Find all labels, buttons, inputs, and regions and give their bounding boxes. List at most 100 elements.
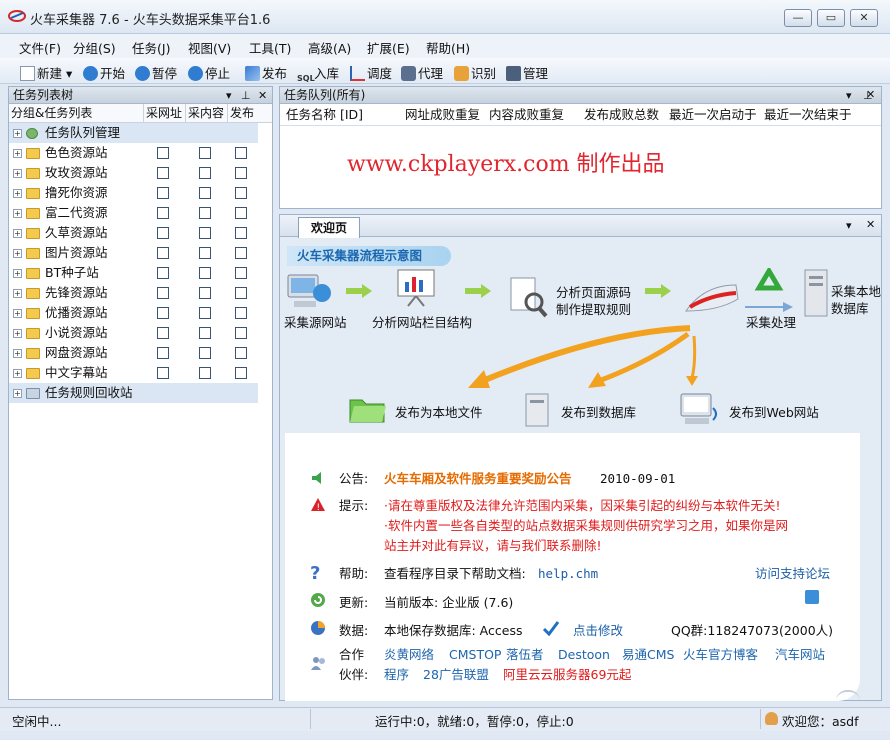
tree-item[interactable]: + 图片资源站: [9, 243, 258, 263]
pin-icon[interactable]: ⊥: [241, 87, 251, 104]
collect-url-checkbox[interactable]: [157, 327, 169, 339]
publish-button[interactable]: 发布: [245, 63, 287, 82]
publish-checkbox[interactable]: [235, 147, 247, 159]
close-tab-icon[interactable]: ✕: [866, 218, 875, 231]
expand-icon[interactable]: +: [13, 349, 22, 358]
col-last-start[interactable]: 最近一次启动于: [669, 104, 757, 126]
publish-checkbox[interactable]: [235, 247, 247, 259]
menu-group[interactable]: 分组(S): [73, 38, 116, 57]
announce-link[interactable]: 火车车厢及软件服务重要奖励公告: [384, 470, 572, 488]
tree-item[interactable]: + 网盘资源站: [9, 343, 258, 363]
collect-content-checkbox[interactable]: [199, 227, 211, 239]
collect-url-checkbox[interactable]: [157, 287, 169, 299]
partner-link[interactable]: 汽车网站: [775, 646, 825, 664]
menu-task[interactable]: 任务(J): [132, 38, 170, 57]
tab-welcome[interactable]: 欢迎页: [298, 217, 361, 238]
collect-content-checkbox[interactable]: [199, 287, 211, 299]
collect-url-checkbox[interactable]: [157, 207, 169, 219]
col-collect-content[interactable]: 采内容: [185, 104, 224, 122]
collect-content-checkbox[interactable]: [199, 187, 211, 199]
collect-url-checkbox[interactable]: [157, 267, 169, 279]
menu-extend[interactable]: 扩展(E): [367, 38, 410, 57]
collect-content-checkbox[interactable]: [199, 167, 211, 179]
publish-checkbox[interactable]: [235, 287, 247, 299]
col-publish[interactable]: 发布: [227, 104, 254, 122]
tree-item[interactable]: + 先锋资源站: [9, 283, 258, 303]
menu-file[interactable]: 文件(F): [19, 38, 61, 57]
partner-link[interactable]: 火车官方博客: [683, 646, 758, 664]
support-forum-link[interactable]: 访问支持论坛: [755, 565, 830, 583]
tree-item[interactable]: + 色色资源站: [9, 143, 258, 163]
col-group-tasks[interactable]: 分组&任务列表: [11, 104, 92, 122]
collect-url-checkbox[interactable]: [157, 247, 169, 259]
publish-checkbox[interactable]: [235, 167, 247, 179]
col-content-stats[interactable]: 内容成败重复: [489, 104, 564, 126]
expand-icon[interactable]: +: [13, 249, 22, 258]
collect-url-checkbox[interactable]: [157, 307, 169, 319]
menu-view[interactable]: 视图(V): [188, 38, 231, 57]
stop-button[interactable]: 停止: [188, 63, 230, 82]
tree-recycle-bin[interactable]: + 任务规则回收站: [9, 383, 258, 403]
help-file-link[interactable]: help.chm: [538, 565, 598, 583]
publish-checkbox[interactable]: [235, 367, 247, 379]
close-window-button[interactable]: ✕: [850, 9, 878, 27]
import-button[interactable]: SQL入库: [297, 63, 339, 86]
pane-menu-icon[interactable]: ▾: [846, 87, 852, 104]
pause-button[interactable]: 暂停: [135, 63, 177, 82]
close-pane-icon[interactable]: ✕: [866, 86, 875, 103]
collect-content-checkbox[interactable]: [199, 307, 211, 319]
menu-advanced[interactable]: 高级(A): [308, 38, 351, 57]
publish-checkbox[interactable]: [235, 347, 247, 359]
collect-url-checkbox[interactable]: [157, 347, 169, 359]
publish-checkbox[interactable]: [235, 267, 247, 279]
manage-button[interactable]: 管理: [506, 63, 548, 82]
new-button[interactable]: 新建 ▾: [20, 63, 72, 82]
collect-content-checkbox[interactable]: [199, 327, 211, 339]
collect-url-checkbox[interactable]: [157, 187, 169, 199]
expand-icon[interactable]: +: [13, 209, 22, 218]
publish-checkbox[interactable]: [235, 207, 247, 219]
partner-link[interactable]: 落伍者: [506, 646, 544, 664]
partner-link[interactable]: 程序: [384, 666, 409, 684]
proxy-button[interactable]: 代理: [401, 63, 443, 82]
partner-link[interactable]: Destoon: [558, 646, 610, 664]
partner-link[interactable]: 28广告联盟: [423, 666, 489, 684]
collect-content-checkbox[interactable]: [199, 347, 211, 359]
expand-icon[interactable]: +: [13, 369, 22, 378]
expand-icon[interactable]: +: [13, 229, 22, 238]
expand-icon[interactable]: +: [13, 329, 22, 338]
expand-icon[interactable]: +: [13, 389, 22, 398]
collect-url-checkbox[interactable]: [157, 167, 169, 179]
menu-help[interactable]: 帮助(H): [426, 38, 470, 57]
partner-promo-link[interactable]: 阿里云云服务器69元起: [503, 666, 631, 684]
pane-menu-icon[interactable]: ▾: [226, 87, 232, 104]
col-url-stats[interactable]: 网址成败重复: [405, 104, 480, 126]
minimize-button[interactable]: —: [784, 9, 812, 27]
modify-db-link[interactable]: 点击修改: [573, 622, 623, 640]
collect-url-checkbox[interactable]: [157, 147, 169, 159]
menu-tools[interactable]: 工具(T): [249, 38, 291, 57]
tab-menu-icon[interactable]: ▾: [846, 219, 852, 232]
tree-item[interactable]: + 优播资源站: [9, 303, 258, 323]
tree-item[interactable]: + 小说资源站: [9, 323, 258, 343]
tree-item[interactable]: + 富二代资源: [9, 203, 258, 223]
tree-item[interactable]: + 久草资源站: [9, 223, 258, 243]
expand-icon[interactable]: +: [13, 309, 22, 318]
tree-root-queue[interactable]: + 任务队列管理: [9, 123, 258, 143]
qq-logo-icon[interactable]: [805, 590, 819, 604]
partner-link[interactable]: 易通CMS: [622, 646, 674, 664]
collect-url-checkbox[interactable]: [157, 367, 169, 379]
tree-item[interactable]: + 撸死你资源: [9, 183, 258, 203]
publish-checkbox[interactable]: [235, 307, 247, 319]
expand-icon[interactable]: +: [13, 289, 22, 298]
col-task-name[interactable]: 任务名称 [ID]: [286, 104, 363, 126]
publish-checkbox[interactable]: [235, 327, 247, 339]
start-button[interactable]: 开始: [83, 63, 125, 82]
expand-icon[interactable]: +: [13, 129, 22, 138]
partner-link[interactable]: CMSTOP: [449, 646, 501, 664]
partner-link[interactable]: 炎黄网络: [384, 646, 434, 664]
col-last-end[interactable]: 最近一次结束于: [764, 104, 852, 126]
tree-item[interactable]: + 中文字幕站: [9, 363, 258, 383]
collect-content-checkbox[interactable]: [199, 247, 211, 259]
maximize-button[interactable]: ▭: [817, 9, 845, 27]
